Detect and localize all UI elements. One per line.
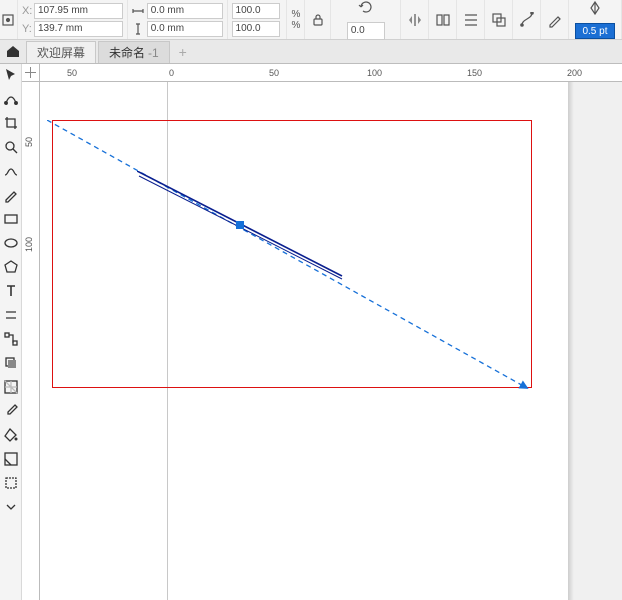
- eyedropper-tool[interactable]: [2, 402, 20, 420]
- document-tab-strip: 欢迎屏幕 未命名 -1 +: [0, 40, 622, 64]
- hruler-tick-200: 200: [567, 68, 582, 78]
- percent-label-2: %: [291, 20, 300, 31]
- text-tool[interactable]: [2, 282, 20, 300]
- hruler-tick-neg50: 50: [67, 68, 77, 78]
- smart-fill-tool[interactable]: [2, 450, 20, 468]
- scale-y-field[interactable]: 100.0: [232, 21, 280, 37]
- percent-label-1: %: [291, 9, 300, 20]
- stroke-width-field[interactable]: 0.5 pt: [575, 23, 615, 39]
- ellipse-tool[interactable]: [2, 234, 20, 252]
- width-icon: [132, 5, 144, 17]
- more-tools-icon[interactable]: [2, 498, 20, 516]
- y-label: Y:: [22, 23, 34, 35]
- new-tab-button[interactable]: +: [172, 41, 194, 63]
- object-origin-icon[interactable]: [0, 0, 18, 39]
- percent-label-cell: % %: [287, 0, 305, 39]
- drop-shadow-tool[interactable]: [2, 354, 20, 372]
- fill-tool[interactable]: [2, 426, 20, 444]
- workspace: 50 0 50 100 150 200 50 100: [0, 64, 622, 600]
- freehand-tool[interactable]: [2, 162, 20, 180]
- crop-tool[interactable]: [2, 114, 20, 132]
- rotation-field[interactable]: 0.0: [347, 22, 385, 40]
- rectangle-tool[interactable]: [2, 210, 20, 228]
- pen-nib-icon: [587, 0, 603, 19]
- home-icon[interactable]: [0, 39, 26, 63]
- canvas-area[interactable]: 50 0 50 100 150 200 50 100: [22, 64, 622, 600]
- shape-tool[interactable]: [2, 90, 20, 108]
- polygon-tool[interactable]: [2, 258, 20, 276]
- mirror-horizontal-button[interactable]: [401, 0, 429, 39]
- hruler-tick-50: 50: [269, 68, 279, 78]
- transparency-tool[interactable]: [2, 378, 20, 396]
- tab-document-label: 未命名: [109, 44, 145, 61]
- lock-ratio-button[interactable]: [305, 0, 331, 39]
- outline-tool[interactable]: [2, 474, 20, 492]
- position-xy-group: X: 107.95 mm Y: 139.7 mm: [18, 0, 128, 39]
- stroke-width-group: 0.5 pt: [569, 0, 622, 39]
- convert-curves-button[interactable]: [513, 0, 541, 39]
- order-button[interactable]: [485, 0, 513, 39]
- zoom-tool[interactable]: [2, 138, 20, 156]
- rotation-group: 0.0: [331, 0, 401, 39]
- horizontal-ruler[interactable]: 50 0 50 100 150 200: [40, 64, 622, 82]
- page-edge-shadow: [568, 82, 574, 600]
- width-field[interactable]: 0.0 mm: [147, 3, 223, 19]
- height-field[interactable]: 0.0 mm: [147, 21, 223, 37]
- hruler-tick-100: 100: [367, 68, 382, 78]
- scale-group: 100.0 100.0: [228, 0, 288, 39]
- size-wh-group: 0.0 mm 0.0 mm: [128, 0, 228, 39]
- parallel-tool[interactable]: [2, 306, 20, 324]
- hruler-tick-0: 0: [169, 68, 174, 78]
- scale-x-field[interactable]: 100.0: [232, 3, 280, 19]
- x-position-field[interactable]: 107.95 mm: [34, 3, 123, 19]
- x-label: X:: [22, 5, 34, 17]
- flip-button[interactable]: [429, 0, 457, 39]
- path-anchor-node[interactable]: [236, 221, 244, 229]
- connector-tool[interactable]: [2, 330, 20, 348]
- toolbox: [0, 64, 22, 600]
- tab-welcome-label: 欢迎屏幕: [37, 44, 85, 61]
- pick-tool[interactable]: [2, 66, 20, 84]
- vertical-ruler[interactable]: 50 100: [22, 82, 40, 600]
- tab-document-suffix: -1: [148, 46, 159, 60]
- vruler-tick-100: 100: [24, 237, 34, 252]
- ruler-origin-corner[interactable]: [22, 64, 40, 82]
- tab-document[interactable]: 未命名 -1: [98, 41, 170, 63]
- height-icon: [132, 23, 144, 35]
- property-bar: X: 107.95 mm Y: 139.7 mm 0.0 mm 0.0 mm 1…: [0, 0, 622, 40]
- outline-pen-button[interactable]: [541, 0, 569, 39]
- vruler-tick-50: 50: [24, 137, 34, 147]
- align-distribute-button[interactable]: [457, 0, 485, 39]
- artistic-media-tool[interactable]: [2, 186, 20, 204]
- tab-welcome[interactable]: 欢迎屏幕: [26, 41, 96, 63]
- hruler-tick-150: 150: [467, 68, 482, 78]
- rotate-icon: [358, 0, 374, 18]
- y-position-field[interactable]: 139.7 mm: [34, 21, 123, 37]
